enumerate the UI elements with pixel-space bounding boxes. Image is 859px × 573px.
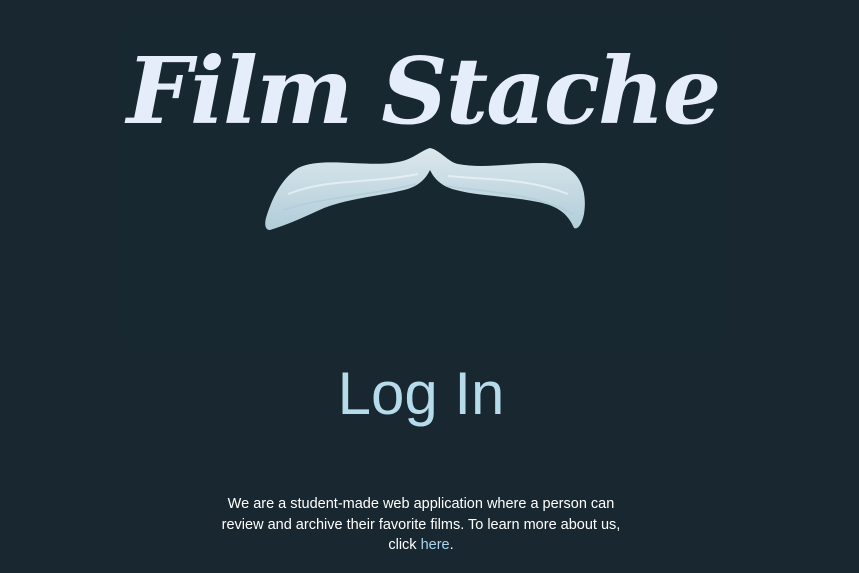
about-text-end: . [449, 537, 454, 553]
mustache-icon [265, 148, 585, 230]
logo-wordmark: Film Stache [124, 37, 720, 145]
film-stache-logo: Film Stache [118, 18, 726, 348]
login-page: Film Stache Log In We are a student-made… [0, 0, 859, 573]
logo-graphic: Film Stache [124, 37, 721, 230]
about-here-link[interactable]: here [421, 537, 450, 553]
about-text: We are a student-made web application wh… [218, 494, 624, 556]
page-title: Log In [337, 360, 505, 427]
